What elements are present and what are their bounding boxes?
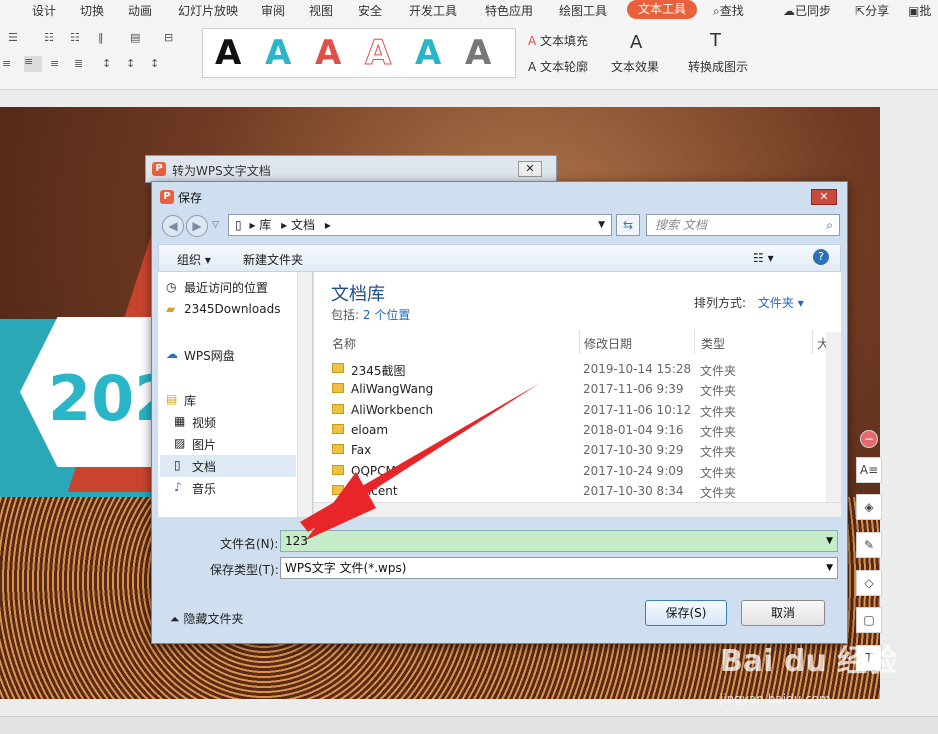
annotation-arrow [300, 383, 540, 540]
baidu-watermark-logo: Bai du 经验 [720, 644, 898, 679]
baidu-watermark-url: jingyan.baidu.com [720, 692, 831, 706]
arrow-head [306, 472, 376, 540]
